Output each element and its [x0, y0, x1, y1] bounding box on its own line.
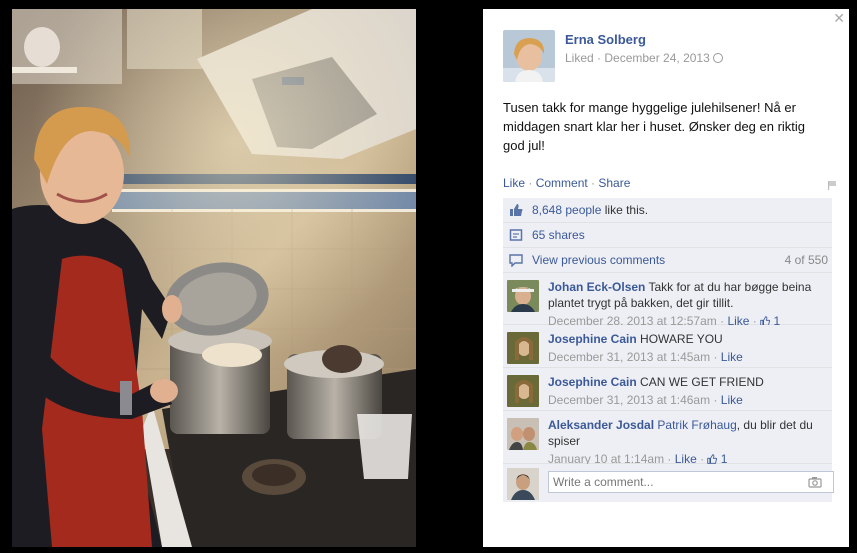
comment-item: Josephine Cain HOWARE YOU December 31, 2…: [503, 325, 832, 368]
comment-like-link[interactable]: Like: [721, 350, 743, 364]
likes-count-link[interactable]: 8,648 people: [532, 203, 601, 217]
commenter-avatar[interactable]: [507, 418, 539, 450]
camera-icon[interactable]: [808, 476, 822, 488]
close-icon[interactable]: ✕: [833, 11, 845, 25]
comment-text: HOWARE YOU: [640, 332, 723, 346]
post-panel: ✕ Erna Solberg Liked · December 24, 2013…: [483, 9, 849, 547]
post-status: Liked: [565, 51, 594, 65]
tagged-person[interactable]: Patrik Frøhaug: [657, 418, 736, 432]
comment-date[interactable]: December 31, 2013 at 1:46am: [548, 393, 710, 407]
post-date[interactable]: December 24, 2013: [604, 51, 709, 65]
author-name[interactable]: Erna Solberg: [565, 32, 646, 47]
comment-count: 4 of 550: [784, 253, 828, 267]
likes-suffix: like this.: [604, 203, 649, 217]
post-text: Tusen takk for mange hyggelige julehilse…: [503, 100, 806, 153]
globe-icon[interactable]: [712, 53, 723, 63]
viewer-avatar: [507, 468, 539, 500]
thumbs-up-icon: [510, 204, 523, 216]
share-icon: [509, 229, 523, 241]
commenter-name[interactable]: Johan Eck-Olsen: [548, 280, 645, 294]
likes-row: 8,648 people like this.: [503, 198, 832, 223]
comment-link[interactable]: Comment: [536, 176, 588, 190]
write-comment-row: Write a comment...: [503, 464, 834, 502]
post-actions: Like · Comment · Share: [503, 176, 631, 190]
shares-row: 65 shares: [503, 223, 832, 248]
post-photo[interactable]: [12, 9, 416, 547]
feedback-box: 8,648 people like this. 65 shares View p…: [503, 198, 834, 502]
commenter-name[interactable]: Aleksander Josdal: [548, 418, 654, 432]
post-meta: Liked · December 24, 2013: [565, 51, 723, 65]
like-link[interactable]: Like: [503, 176, 525, 190]
comment-item: Josephine Cain CAN WE GET FRIEND Decembe…: [503, 368, 832, 411]
view-previous-comments-link[interactable]: View previous comments: [532, 253, 665, 267]
commenter-name[interactable]: Josephine Cain: [548, 375, 637, 389]
thumbs-up-icon: [707, 454, 718, 464]
commenter-avatar[interactable]: [507, 375, 539, 407]
author-avatar[interactable]: [503, 30, 555, 82]
share-link[interactable]: Share: [598, 176, 630, 190]
view-previous-row: View previous comments 4 of 550: [503, 248, 832, 273]
comment-item: Aleksander Josdal Patrik Frøhaug, du bli…: [503, 411, 832, 466]
comment-icon: [509, 254, 523, 267]
comment-date[interactable]: December 31, 2013 at 1:45am: [548, 350, 710, 364]
comment-item: Johan Eck-Olsen Takk for at du har bøgge…: [503, 273, 832, 328]
shares-link[interactable]: 65 shares: [532, 228, 585, 242]
commenter-avatar[interactable]: [507, 280, 539, 312]
comment-like-link[interactable]: Like: [721, 393, 743, 407]
comment-text: CAN WE GET FRIEND: [640, 375, 764, 389]
flag-icon[interactable]: [827, 180, 837, 190]
commenter-name[interactable]: Josephine Cain: [548, 332, 637, 346]
commenter-avatar[interactable]: [507, 332, 539, 364]
comment-input[interactable]: Write a comment...: [548, 471, 834, 493]
